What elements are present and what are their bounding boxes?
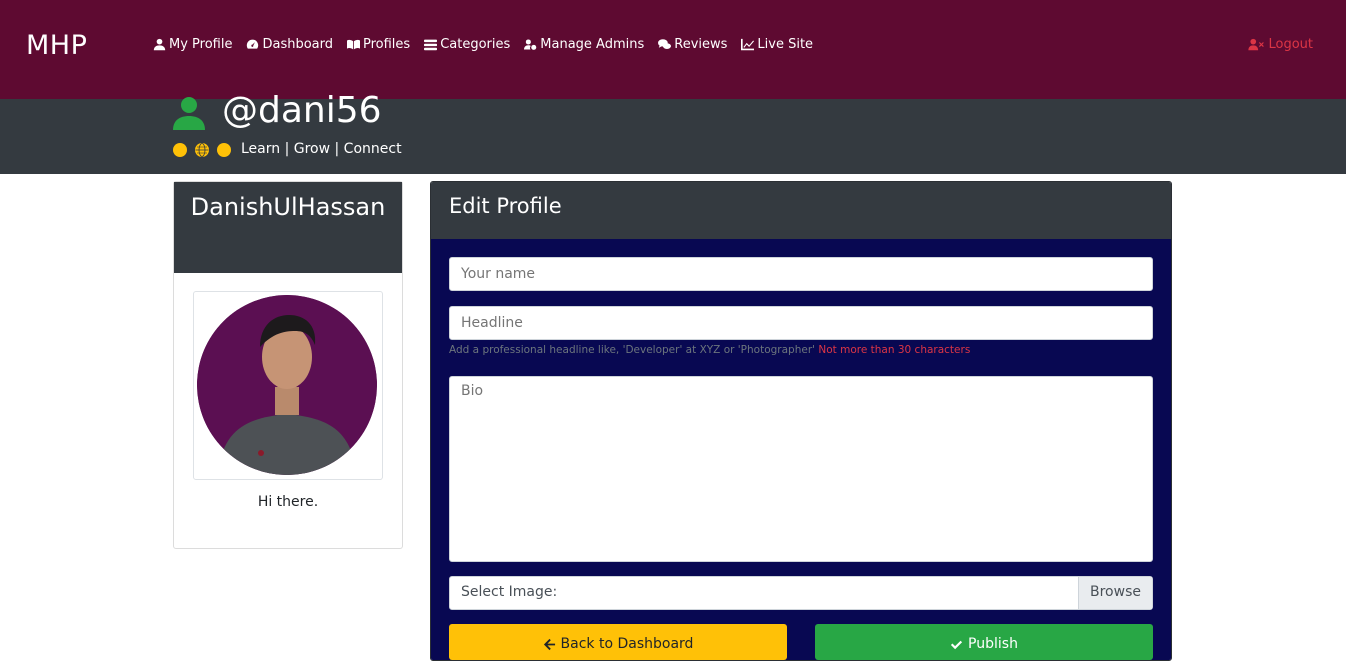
nav-profiles[interactable]: Profiles bbox=[347, 37, 410, 52]
nav-live-site[interactable]: Live Site bbox=[741, 37, 813, 52]
browse-button[interactable]: Browse bbox=[1078, 577, 1152, 609]
top-navbar: MHP My Profile Dashboard Profiles Catego… bbox=[0, 0, 1346, 99]
nav-my-profile[interactable]: My Profile bbox=[153, 37, 232, 52]
avatar bbox=[197, 295, 377, 480]
user-icon bbox=[153, 38, 166, 51]
nav-categories[interactable]: Categories bbox=[424, 37, 510, 52]
edit-profile-title: Edit Profile bbox=[431, 182, 1171, 239]
headline-warning: Not more than 30 characters bbox=[818, 344, 971, 356]
publish-button[interactable]: Publish bbox=[815, 624, 1153, 660]
back-to-dashboard-button[interactable]: Back to Dashboard bbox=[449, 624, 787, 660]
nav-dashboard[interactable]: Dashboard bbox=[246, 37, 333, 52]
headline-hint-text: Add a professional headline like, 'Devel… bbox=[449, 344, 816, 356]
back-button-label: Back to Dashboard bbox=[560, 636, 694, 652]
nav-label: Dashboard bbox=[262, 37, 333, 52]
headline-hint: Add a professional headline like, 'Devel… bbox=[449, 344, 970, 356]
nav-manage-admins[interactable]: Manage Admins bbox=[524, 37, 644, 52]
nav-label: Profiles bbox=[363, 37, 411, 52]
edit-profile-form: Add a professional headline like, 'Devel… bbox=[431, 239, 1171, 660]
logout-link[interactable]: Logout bbox=[1248, 37, 1313, 52]
tagline: Learn | Grow | Connect bbox=[241, 141, 402, 157]
user-times-icon bbox=[1248, 38, 1265, 51]
nav-label: Manage Admins bbox=[540, 37, 645, 52]
yellow-dot-icon bbox=[173, 143, 187, 157]
edit-profile-card: Edit Profile Add a professional headline… bbox=[430, 181, 1172, 661]
image-file-label: Select Image: bbox=[461, 584, 558, 600]
gauge-icon bbox=[247, 39, 259, 49]
nav-reviews[interactable]: Reviews bbox=[658, 37, 727, 52]
profile-name: DanishUlHassan bbox=[174, 182, 402, 273]
main-nav: My Profile Dashboard Profiles Categories… bbox=[153, 37, 827, 52]
globe-icon bbox=[195, 143, 209, 157]
nav-label: My Profile bbox=[169, 37, 233, 52]
user-icon bbox=[173, 97, 205, 130]
name-input[interactable] bbox=[449, 257, 1153, 291]
bio-textarea[interactable] bbox=[449, 376, 1153, 562]
profile-header: @dani56 Learn | Grow | Connect bbox=[0, 90, 1346, 174]
check-icon bbox=[950, 640, 963, 649]
chart-line-icon bbox=[741, 38, 755, 51]
list-icon bbox=[424, 39, 438, 51]
profile-card: DanishUlHassan Hi there. bbox=[173, 181, 403, 549]
arrow-left-icon bbox=[543, 638, 555, 650]
headline-input[interactable] bbox=[449, 306, 1153, 340]
publish-button-label: Publish bbox=[968, 636, 1018, 652]
brand-logo[interactable]: MHP bbox=[26, 30, 87, 61]
profile-bio: Hi there. bbox=[257, 494, 319, 510]
yellow-dot-icon bbox=[217, 143, 231, 157]
user-cog-icon bbox=[524, 39, 537, 50]
avatar-frame bbox=[193, 291, 383, 480]
logout-label: Logout bbox=[1268, 37, 1313, 52]
book-icon bbox=[347, 39, 360, 50]
username-handle: @dani56 bbox=[222, 90, 382, 131]
nav-label: Live Site bbox=[757, 37, 814, 52]
nav-label: Reviews bbox=[674, 37, 728, 52]
nav-label: Categories bbox=[440, 37, 511, 52]
comments-icon bbox=[658, 39, 672, 49]
image-file-input[interactable]: Select Image: Browse bbox=[449, 576, 1153, 610]
status-dots bbox=[173, 143, 239, 157]
